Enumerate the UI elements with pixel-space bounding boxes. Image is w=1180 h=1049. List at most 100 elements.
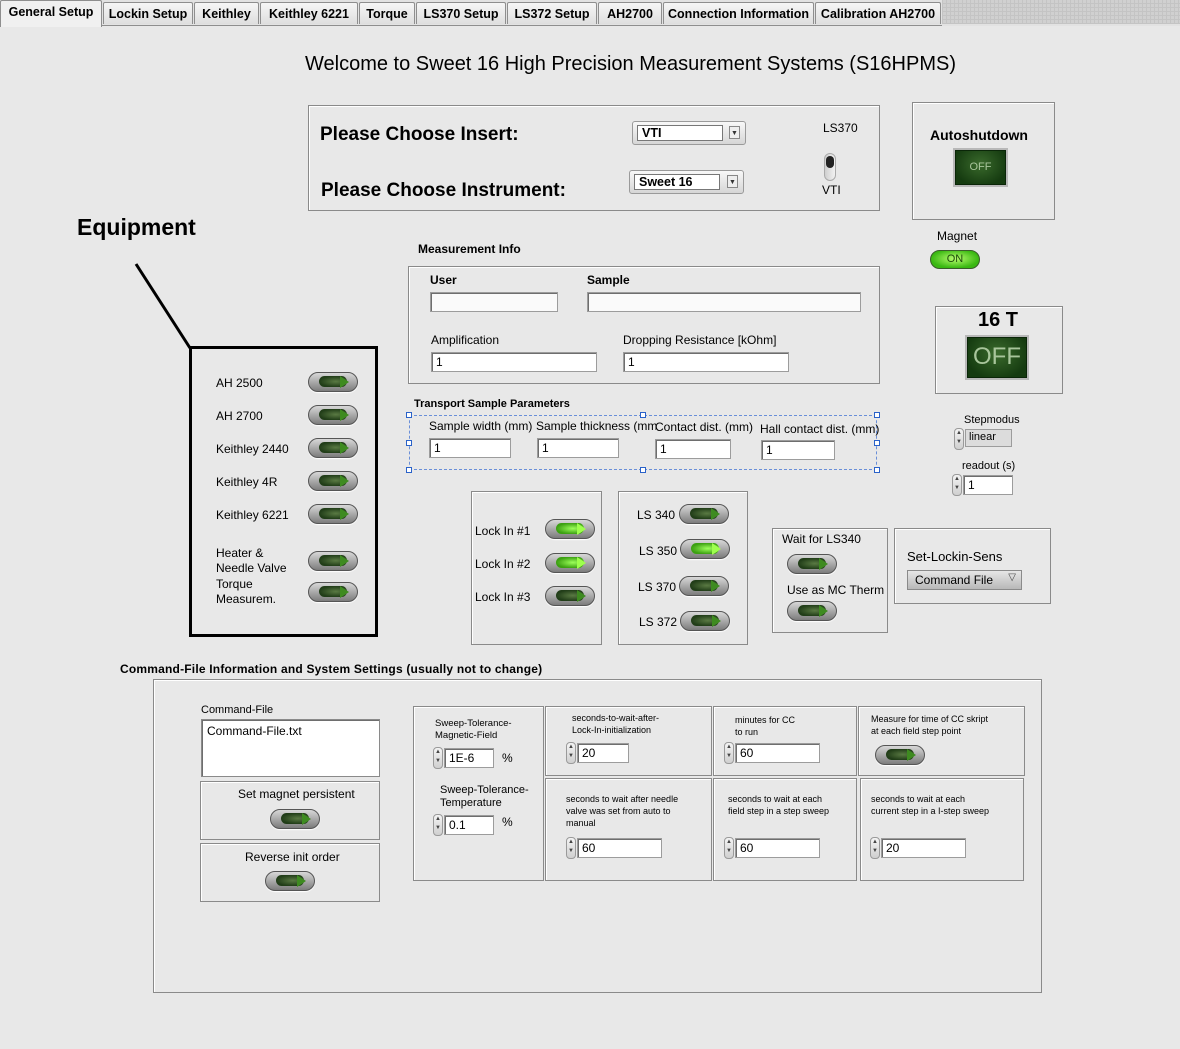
- set-persistent-label: Set magnet persistent: [238, 787, 355, 801]
- field-step-spinner[interactable]: ▲ ▼: [724, 837, 734, 859]
- sweep-magnetic-input[interactable]: 1E-6: [444, 748, 494, 768]
- insert-toggle-switch[interactable]: [824, 153, 836, 181]
- amplification-input[interactable]: 1: [431, 352, 597, 372]
- stepmodus-spinner[interactable]: ▲ ▼: [954, 428, 964, 450]
- sweep-temp-spinner[interactable]: ▲ ▼: [433, 814, 443, 836]
- sweep-magnetic-label: Sweep-Tolerance- Magnetic-Field: [435, 718, 512, 741]
- tab-ah2700[interactable]: AH2700: [598, 2, 662, 24]
- lockin-sens-dropdown[interactable]: Command File ▽: [907, 570, 1022, 590]
- contact-dist-input[interactable]: 1: [655, 439, 731, 459]
- lockin-wait-input[interactable]: 20: [577, 743, 629, 763]
- command-section-title: Command-File Information and System Sett…: [120, 662, 543, 676]
- use-mc-therm-toggle[interactable]: [787, 601, 837, 621]
- selection-handle[interactable]: [406, 440, 412, 446]
- ls370-toggle[interactable]: [679, 576, 729, 596]
- reverse-init-toggle[interactable]: [265, 871, 315, 891]
- autoshutdown-button[interactable]: OFF: [953, 148, 1008, 187]
- tab-general-setup[interactable]: General Setup: [0, 0, 102, 27]
- ls370-switch-label: LS370: [823, 121, 858, 135]
- equipment-item-label: Keithley 2440: [216, 442, 289, 456]
- equipment-item-label: Heater & Needle Valve: [216, 546, 287, 575]
- sample-width-input[interactable]: 1: [429, 438, 511, 458]
- heater-needle-valve-toggle[interactable]: [308, 551, 358, 571]
- selection-handle[interactable]: [640, 412, 646, 418]
- selection-handle[interactable]: [406, 467, 412, 473]
- cc-minutes-spinner[interactable]: ▲ ▼: [724, 742, 734, 764]
- command-file-input[interactable]: Command-File.txt: [201, 719, 380, 777]
- sample-thickness-input[interactable]: 1: [537, 438, 619, 458]
- selection-handle[interactable]: [640, 467, 646, 473]
- needle-wait-spinner[interactable]: ▲ ▼: [566, 837, 576, 859]
- keithley-4r-toggle[interactable]: [308, 471, 358, 491]
- tab-keithley[interactable]: Keithley: [194, 2, 259, 24]
- chevron-down-icon: ▽: [1008, 572, 1016, 583]
- wait-ls340-toggle[interactable]: [787, 554, 837, 574]
- selection-handle[interactable]: [874, 440, 880, 446]
- keithley-6221-toggle[interactable]: [308, 504, 358, 524]
- use-mc-therm-label: Use as MC Therm: [787, 583, 885, 597]
- tab-lockin-setup[interactable]: Lockin Setup: [103, 2, 193, 24]
- instrument-select[interactable]: Sweet 16 ▼: [629, 170, 744, 194]
- instrument-label: Please Choose Instrument:: [321, 180, 566, 201]
- tab-calibration-ah2700[interactable]: Calibration AH2700: [815, 2, 941, 24]
- insert-select[interactable]: VTI ▼: [632, 121, 746, 145]
- readout-input[interactable]: 1: [963, 475, 1013, 495]
- sweep-temp-input[interactable]: 0.1: [444, 815, 494, 835]
- sweep-magnetic-spinner[interactable]: ▲ ▼: [433, 747, 443, 769]
- lockin-sens-panel: [894, 528, 1051, 604]
- lockin-wait-spinner[interactable]: ▲ ▼: [566, 742, 576, 764]
- selection-handle[interactable]: [874, 412, 880, 418]
- ah2500-toggle[interactable]: [308, 372, 358, 392]
- needle-wait-input[interactable]: 60: [577, 838, 662, 858]
- lockin-label: Lock In #3: [475, 590, 531, 604]
- ls340-toggle[interactable]: [679, 504, 729, 524]
- hall-contact-dist-label: Hall contact dist. (mm): [760, 422, 880, 436]
- selection-handle[interactable]: [874, 467, 880, 473]
- equipment-item-label: Keithley 6221: [216, 508, 289, 522]
- field-step-label: seconds to wait at each field step in a …: [728, 794, 830, 816]
- cc-minutes-label: minutes for CC to run: [735, 715, 796, 737]
- ls372-toggle[interactable]: [680, 611, 730, 631]
- user-input[interactable]: [430, 292, 558, 312]
- dropping-resistance-label: Dropping Resistance [kOhm]: [623, 333, 777, 347]
- selection-handle[interactable]: [406, 412, 412, 418]
- equipment-item-label: Torque Measurem.: [216, 577, 277, 606]
- ls350-toggle[interactable]: [680, 539, 730, 559]
- lockin-2-toggle[interactable]: [545, 553, 595, 573]
- dropping-resistance-input[interactable]: 1: [623, 352, 789, 372]
- current-step-spinner[interactable]: ▲ ▼: [870, 837, 880, 859]
- lockin-3-toggle[interactable]: [545, 586, 595, 606]
- current-step-input[interactable]: 20: [881, 838, 966, 858]
- magnet-label: Magnet: [937, 229, 978, 243]
- ah2700-toggle[interactable]: [308, 405, 358, 425]
- equipment-item-label: AH 2700: [216, 409, 263, 423]
- lockin-label: Lock In #2: [475, 557, 531, 571]
- readout-spinner[interactable]: ▲ ▼: [952, 474, 962, 496]
- sample-input[interactable]: [587, 292, 861, 312]
- chevron-down-icon[interactable]: ▼: [729, 126, 740, 139]
- torque-toggle[interactable]: [308, 582, 358, 602]
- magnet-on-button[interactable]: ON: [930, 250, 980, 269]
- tab-ls372-setup[interactable]: LS372 Setup: [507, 2, 597, 24]
- hall-contact-dist-input[interactable]: 1: [761, 440, 835, 460]
- equipment-title: Equipment: [77, 214, 196, 240]
- sweep-temp-label: Sweep-Tolerance- Temperature: [440, 784, 529, 809]
- measure-cc-toggle[interactable]: [875, 745, 925, 765]
- tab-torque[interactable]: Torque: [359, 2, 415, 24]
- chevron-down-icon[interactable]: ▼: [727, 175, 738, 188]
- sixteen-t-button[interactable]: OFF: [965, 335, 1029, 380]
- current-step-label: seconds to wait at each current step in …: [871, 794, 990, 816]
- tab-connection-information[interactable]: Connection Information: [663, 2, 814, 24]
- lockin-1-toggle[interactable]: [545, 519, 595, 539]
- tab-keithley-6221[interactable]: Keithley 6221: [260, 2, 358, 24]
- tab-ls370-setup[interactable]: LS370 Setup: [416, 2, 506, 24]
- ls-label: LS 340: [637, 508, 676, 522]
- transport-title: Transport Sample Parameters: [414, 398, 570, 410]
- field-step-input[interactable]: 60: [735, 838, 820, 858]
- readout-label: readout (s): [962, 460, 1016, 472]
- set-persistent-toggle[interactable]: [270, 809, 320, 829]
- measure-cc-label: Measure for time of CC skript at each fi…: [871, 714, 989, 736]
- cc-minutes-input[interactable]: 60: [735, 743, 820, 763]
- keithley-2440-toggle[interactable]: [308, 438, 358, 458]
- stepmodus-value[interactable]: linear: [965, 429, 1012, 447]
